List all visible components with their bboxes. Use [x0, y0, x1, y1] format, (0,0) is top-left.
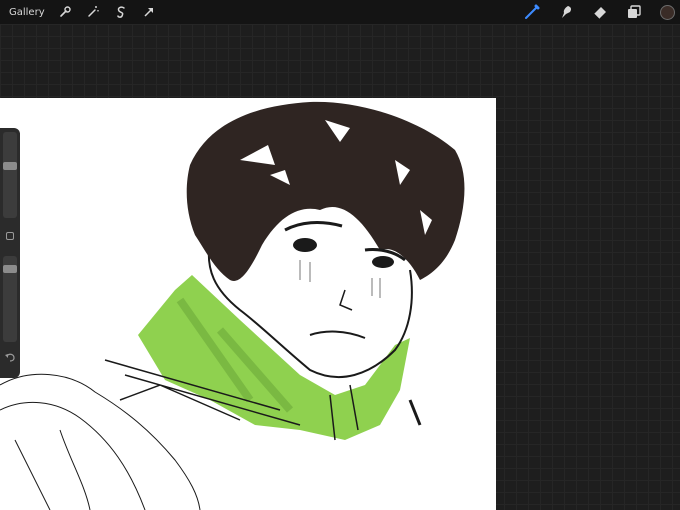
scarf-fill [138, 275, 410, 440]
top-toolbar: Gallery [0, 0, 680, 24]
wrench-icon[interactable] [57, 4, 73, 20]
brush-icon[interactable] [524, 4, 540, 20]
nose [339, 289, 353, 311]
left-eye [293, 238, 317, 252]
brush-sidebar [0, 128, 20, 378]
sketch-artwork [0, 101, 465, 510]
gallery-button[interactable]: Gallery [9, 7, 45, 18]
right-eye [372, 256, 394, 268]
undo-icon[interactable] [4, 348, 16, 362]
drawing-canvas[interactable] [0, 98, 496, 510]
magic-wand-icon[interactable] [85, 4, 101, 20]
mouth [309, 330, 366, 339]
eraser-icon[interactable] [592, 4, 608, 20]
brush-size-slider[interactable] [3, 132, 17, 218]
smudge-icon[interactable] [558, 4, 574, 20]
layers-icon[interactable] [626, 4, 642, 20]
transform-icon[interactable] [141, 4, 157, 20]
hair-mass [186, 101, 465, 281]
right-toolbar [524, 0, 680, 24]
selection-icon[interactable] [113, 4, 129, 20]
brush-opacity-slider[interactable] [3, 256, 17, 342]
modify-button[interactable] [6, 232, 14, 240]
color-swatch[interactable] [660, 4, 675, 20]
background-sketch [0, 373, 201, 510]
brush-size-thumb[interactable] [3, 162, 17, 170]
brush-opacity-thumb[interactable] [3, 265, 17, 273]
